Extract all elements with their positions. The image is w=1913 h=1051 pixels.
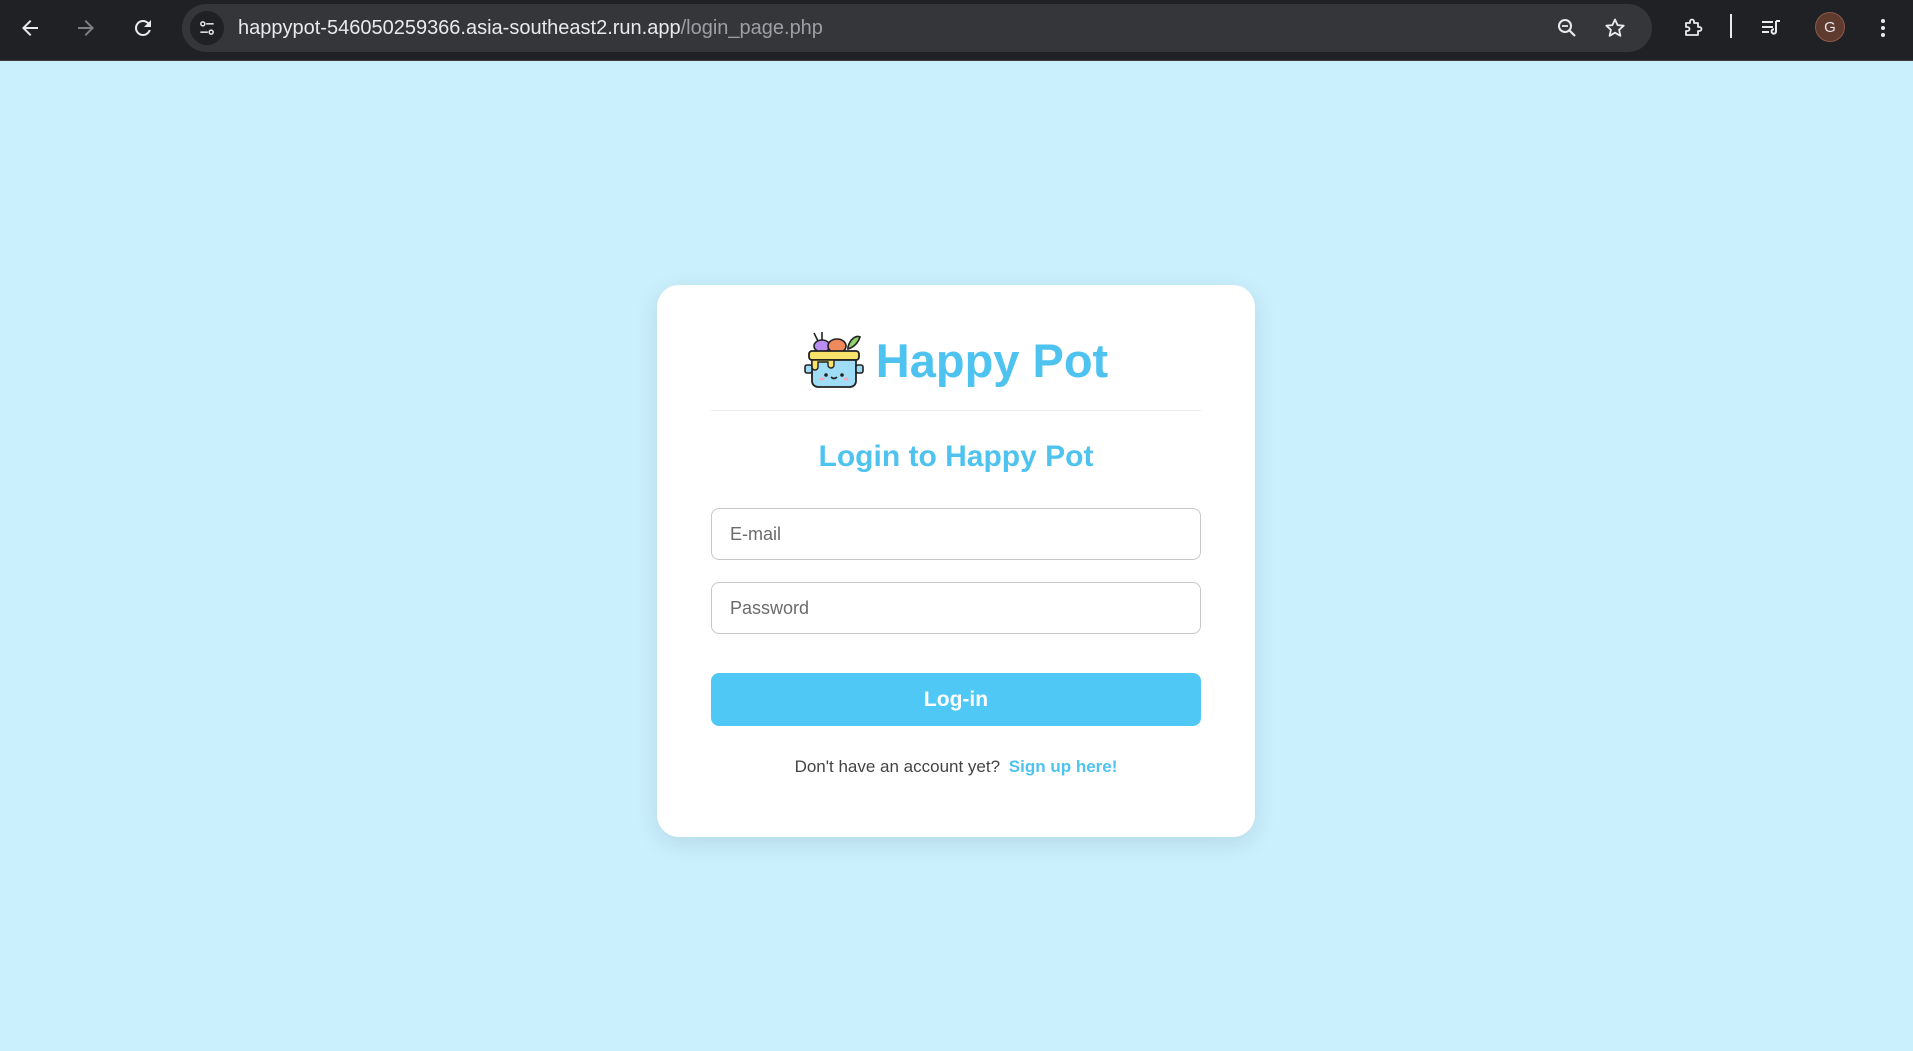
signup-prompt-text: Don't have an account yet? [794,757,1001,776]
url-text[interactable]: happypot-546050259366.asia-southeast2.ru… [238,4,823,52]
profile-avatar[interactable]: G [1815,12,1845,42]
address-bar[interactable]: happypot-546050259366.asia-southeast2.ru… [182,4,1652,52]
login-card: Happy Pot Login to Happy Pot Log-in Don'… [657,285,1255,837]
back-button[interactable] [10,8,50,48]
signup-prompt-row: Don't have an account yet? Sign up here! [657,757,1255,777]
bookmark-star-icon [1605,18,1625,37]
password-field[interactable] [711,582,1201,634]
zoom-icon [1558,19,1576,37]
forward-button[interactable] [66,8,106,48]
reload-button[interactable] [123,8,163,48]
browser-menu-button[interactable] [1863,8,1903,48]
forward-icon [78,20,94,36]
bookmark-button[interactable] [1600,13,1630,43]
site-info-button[interactable] [190,11,224,45]
brand-header: Happy Pot [657,325,1255,395]
kebab-menu-icon [1881,19,1885,37]
url-path: /login_page.php [680,17,823,39]
email-field[interactable] [711,508,1201,560]
brand-name: Happy Pot [875,333,1109,387]
media-queue-button[interactable] [1751,8,1791,48]
login-button[interactable]: Log-in [711,673,1201,726]
zoom-button[interactable] [1552,13,1582,43]
header-divider [711,410,1201,411]
signup-link[interactable]: Sign up here! [1009,757,1118,776]
toolbar-divider [1730,14,1732,38]
browser-toolbar: happypot-546050259366.asia-southeast2.ru… [0,0,1913,61]
extensions-icon [1685,18,1703,36]
login-title: Login to Happy Pot [818,440,1094,473]
back-icon [22,20,38,36]
reload-icon [134,19,151,36]
extensions-button[interactable] [1673,8,1713,48]
url-host: happypot-546050259366.asia-southeast2.ru… [238,17,681,39]
site-info-icon [200,21,214,35]
media-queue-icon [1762,20,1780,35]
happy-pot-logo-icon [803,332,864,388]
